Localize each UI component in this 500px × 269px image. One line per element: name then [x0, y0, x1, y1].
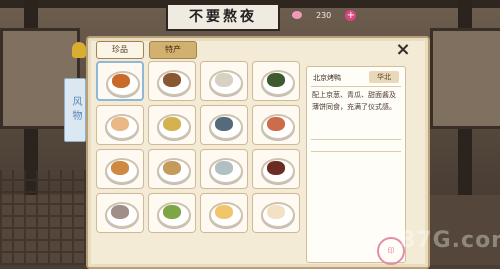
- bell-icon: [72, 42, 86, 58]
- currency-bar: 230 +: [292, 8, 357, 22]
- shop-plaque: 不要熬夜: [166, 3, 280, 31]
- dish-slot-fish-cake[interactable]: [200, 61, 248, 101]
- dish-detail-card: 北京烤鸭 华北 配上京葱、青瓜、甜面酱及薄饼同食，充满了仪式感。 印: [306, 66, 406, 265]
- dish-name: 北京烤鸭: [313, 74, 341, 82]
- drink-icon: [215, 205, 233, 219]
- dish-slot-stew[interactable]: [96, 193, 144, 233]
- meatballs-icon: [163, 73, 181, 87]
- dish-slot-noodles[interactable]: [148, 149, 196, 189]
- dish-slot-beijing-duck[interactable]: [96, 61, 144, 101]
- fish-cake-icon: [215, 73, 233, 87]
- dish-description: 配上京葱、青瓜、甜面酱及薄饼同食，充满了仪式感。: [312, 91, 396, 111]
- category-tabs: 珍品 特产: [96, 41, 197, 59]
- region-badge: 华北: [369, 71, 399, 83]
- tab-specialties[interactable]: 特产: [149, 41, 197, 59]
- add-currency-button[interactable]: +: [345, 9, 357, 21]
- greens-icon: [267, 73, 285, 87]
- dish-slot-shrimp-rice[interactable]: [252, 105, 300, 145]
- dish-slot-fish[interactable]: [200, 105, 248, 145]
- vegetable-bowl-icon: [111, 161, 129, 175]
- dish-slot-vegetable-bowl[interactable]: [96, 149, 144, 189]
- watermark: 87G.com: [400, 228, 500, 253]
- dish-slot-braised-meat[interactable]: [252, 149, 300, 189]
- cake-icon: [111, 117, 129, 131]
- side-tag[interactable]: 风物: [64, 78, 86, 142]
- close-icon[interactable]: ×: [394, 41, 412, 59]
- fried-rice-icon: [163, 117, 181, 131]
- currency-amount: 230: [316, 10, 332, 20]
- dish-slot-greens[interactable]: [252, 61, 300, 101]
- divider: [311, 139, 401, 140]
- dish-slot-meatballs[interactable]: [148, 61, 196, 101]
- dish-slot-dessert[interactable]: [252, 193, 300, 233]
- veg-dish-icon: [163, 205, 181, 219]
- braised-meat-icon: [267, 161, 285, 175]
- lattice-screen: [0, 170, 95, 265]
- dish-slot-veg-dish[interactable]: [148, 193, 196, 233]
- stew-icon: [111, 205, 129, 219]
- steamed-fish-icon: [215, 161, 233, 175]
- tab-treasures[interactable]: 珍品: [96, 41, 144, 59]
- divider: [311, 86, 401, 87]
- dish-slot-drink[interactable]: [200, 193, 248, 233]
- fish-icon: [215, 117, 233, 131]
- dish-slot-steamed-fish[interactable]: [200, 149, 248, 189]
- noodles-icon: [163, 161, 181, 175]
- wall-panel: [430, 28, 500, 129]
- dish-slot-cake[interactable]: [96, 105, 144, 145]
- dessert-icon: [267, 205, 285, 219]
- dish-grid: [96, 61, 300, 261]
- shrimp-rice-icon: [267, 117, 285, 131]
- divider: [311, 151, 401, 152]
- dish-slot-fried-rice[interactable]: [148, 105, 196, 145]
- beijing-duck-icon: [112, 74, 130, 88]
- gem-icon: [292, 11, 302, 19]
